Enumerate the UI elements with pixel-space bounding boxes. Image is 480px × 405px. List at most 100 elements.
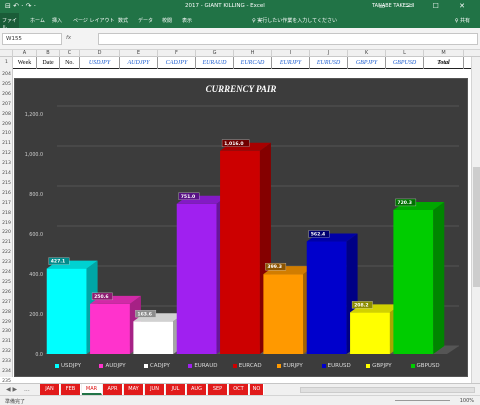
cell-pair-audjpy[interactable]: AUDJPY	[120, 57, 158, 69]
row-header-228[interactable]: 228	[0, 309, 13, 317]
cell-total[interactable]: Total	[424, 57, 464, 69]
row-header-223[interactable]: 223	[0, 259, 13, 267]
row-header-227[interactable]: 227	[0, 299, 13, 307]
row-header-233[interactable]: 233	[0, 358, 13, 366]
row-header-212[interactable]: 212	[0, 150, 13, 158]
cell-week[interactable]: Week	[13, 57, 37, 69]
tab-file[interactable]: ファイル	[0, 13, 19, 31]
row-header-234[interactable]: 234	[0, 368, 13, 376]
tell-me-search[interactable]: ♀ 実行したい作業を入力してください	[252, 17, 337, 24]
column-header-k[interactable]: K	[348, 50, 386, 57]
row-header-204[interactable]: 204	[0, 71, 13, 79]
row-header-220[interactable]: 220	[0, 229, 13, 237]
row-header-210[interactable]: 210	[0, 130, 13, 138]
row-header-217[interactable]: 217	[0, 200, 13, 208]
legend-item[interactable]: EURJPY	[277, 363, 303, 369]
column-header-l[interactable]: L	[386, 50, 424, 57]
legend-item[interactable]: EURAUD	[188, 363, 217, 369]
row-header-222[interactable]: 222	[0, 249, 13, 257]
legend-item[interactable]: EURUSD	[321, 363, 351, 369]
cell-pair-eurcad[interactable]: EURCAD	[234, 57, 272, 69]
legend-item[interactable]: GBPUSD	[410, 363, 440, 369]
name-box[interactable]: W155	[2, 33, 62, 45]
row-header-230[interactable]: 230	[0, 328, 13, 336]
tab-data[interactable]: データ	[138, 17, 153, 24]
sheet-tab-may[interactable]: MAY	[124, 384, 144, 395]
zoom-slider[interactable]	[395, 400, 450, 401]
row-header-214[interactable]: 214	[0, 170, 13, 178]
row-header-221[interactable]: 221	[0, 239, 13, 247]
select-all-corner[interactable]	[0, 50, 13, 57]
cell-pair-euraud[interactable]: EURAUD	[196, 57, 234, 69]
row-header-205[interactable]: 205	[0, 81, 13, 89]
tab-view[interactable]: 表示	[182, 17, 192, 24]
sheet-tab-no[interactable]: NO	[250, 384, 264, 395]
column-header-g[interactable]: G	[196, 50, 234, 57]
column-header-m[interactable]: M	[424, 50, 464, 57]
zoom-level[interactable]: 100%	[460, 398, 474, 404]
row-header-208[interactable]: 208	[0, 111, 13, 119]
sheet-tab-jun[interactable]: JUN	[145, 384, 165, 395]
cell-no[interactable]: No.	[60, 57, 80, 69]
column-header-b[interactable]: B	[37, 50, 60, 57]
row-header-211[interactable]: 211	[0, 140, 13, 148]
column-header-j[interactable]: J	[310, 50, 348, 57]
tab-formulas[interactable]: 数式	[118, 17, 128, 24]
row-header-225[interactable]: 225	[0, 279, 13, 287]
row-header-215[interactable]: 215	[0, 180, 13, 188]
sheet-tab-aug[interactable]: AUG	[187, 384, 207, 395]
horizontal-scrollbar[interactable]	[300, 387, 475, 393]
quick-access-toolbar[interactable]: ⊟ ↶ · ↷ ·	[5, 2, 36, 10]
tab-insert[interactable]: 挿入	[52, 17, 62, 24]
cell-pair-eurusd[interactable]: EURUSD	[310, 57, 348, 69]
tab-home[interactable]: ホーム	[30, 17, 45, 24]
row-header-206[interactable]: 206	[0, 91, 13, 99]
row-header-224[interactable]: 224	[0, 269, 13, 277]
sheet-tab-jul[interactable]: JUL	[166, 384, 186, 395]
row-header-207[interactable]: 207	[0, 101, 13, 109]
column-header-f[interactable]: F	[158, 50, 196, 57]
legend-item[interactable]: CADJPY	[143, 363, 170, 369]
row-header-216[interactable]: 216	[0, 190, 13, 198]
sheet-tab-mar[interactable]: MAR	[82, 384, 102, 395]
row-header-218[interactable]: 218	[0, 210, 13, 218]
column-header-c[interactable]: C	[60, 50, 80, 57]
cell-pair-cadjpy[interactable]: CADJPY	[158, 57, 196, 69]
cell-pair-gbpusd[interactable]: GBPUSD	[386, 57, 424, 69]
sheet-tab-feb[interactable]: FEB	[61, 384, 81, 395]
vertical-scroll-thumb[interactable]	[473, 167, 480, 287]
column-header-h[interactable]: H	[234, 50, 272, 57]
column-header-e[interactable]: E	[120, 50, 158, 57]
currency-pair-chart[interactable]: CURRENCY PAIR 0.0 200.0 400.0 600.0 800.0 1,0…	[14, 78, 468, 377]
fx-icon[interactable]: fx	[66, 35, 71, 41]
cell-pair-gbpjpy[interactable]: GBPJPY	[348, 57, 386, 69]
row-header-219[interactable]: 219	[0, 220, 13, 228]
legend-item[interactable]: EURCAD	[232, 363, 262, 369]
sheet-nav-arrows[interactable]: ◀ ▶	[6, 386, 17, 393]
formula-input[interactable]	[98, 33, 478, 45]
sheet-tab-apr[interactable]: APR	[103, 384, 123, 395]
column-header-a[interactable]: A	[13, 50, 37, 57]
sheet-tab-sep[interactable]: SEP	[208, 384, 228, 395]
row-header-1[interactable]: 1	[0, 59, 13, 67]
tab-page-layout[interactable]: ページ レイアウト	[73, 17, 115, 24]
cell-date[interactable]: Date	[37, 57, 60, 69]
vertical-scrollbar[interactable]	[471, 57, 480, 383]
tab-review[interactable]: 校閲	[162, 17, 172, 24]
sheet-more[interactable]: ...	[24, 386, 30, 393]
cell-pair-eurjpy[interactable]: EURJPY	[272, 57, 310, 69]
window-controls[interactable]: ▭ — ☐ ✕	[379, 2, 474, 10]
row-header-229[interactable]: 229	[0, 319, 13, 327]
row-header-213[interactable]: 213	[0, 160, 13, 168]
sheet-tab-jan[interactable]: JAN	[40, 384, 60, 395]
column-header-i[interactable]: I	[272, 50, 310, 57]
row-header-226[interactable]: 226	[0, 289, 13, 297]
legend-item[interactable]: USDJPY	[55, 363, 81, 369]
legend-item[interactable]: GBPJPY	[366, 363, 392, 369]
row-header-231[interactable]: 231	[0, 338, 13, 346]
row-header-232[interactable]: 232	[0, 348, 13, 356]
sheet-tab-oct[interactable]: OCT	[229, 384, 249, 395]
share-button[interactable]: ♀ 共有	[455, 17, 470, 24]
column-header-d[interactable]: D	[80, 50, 120, 57]
row-header-209[interactable]: 209	[0, 121, 13, 129]
